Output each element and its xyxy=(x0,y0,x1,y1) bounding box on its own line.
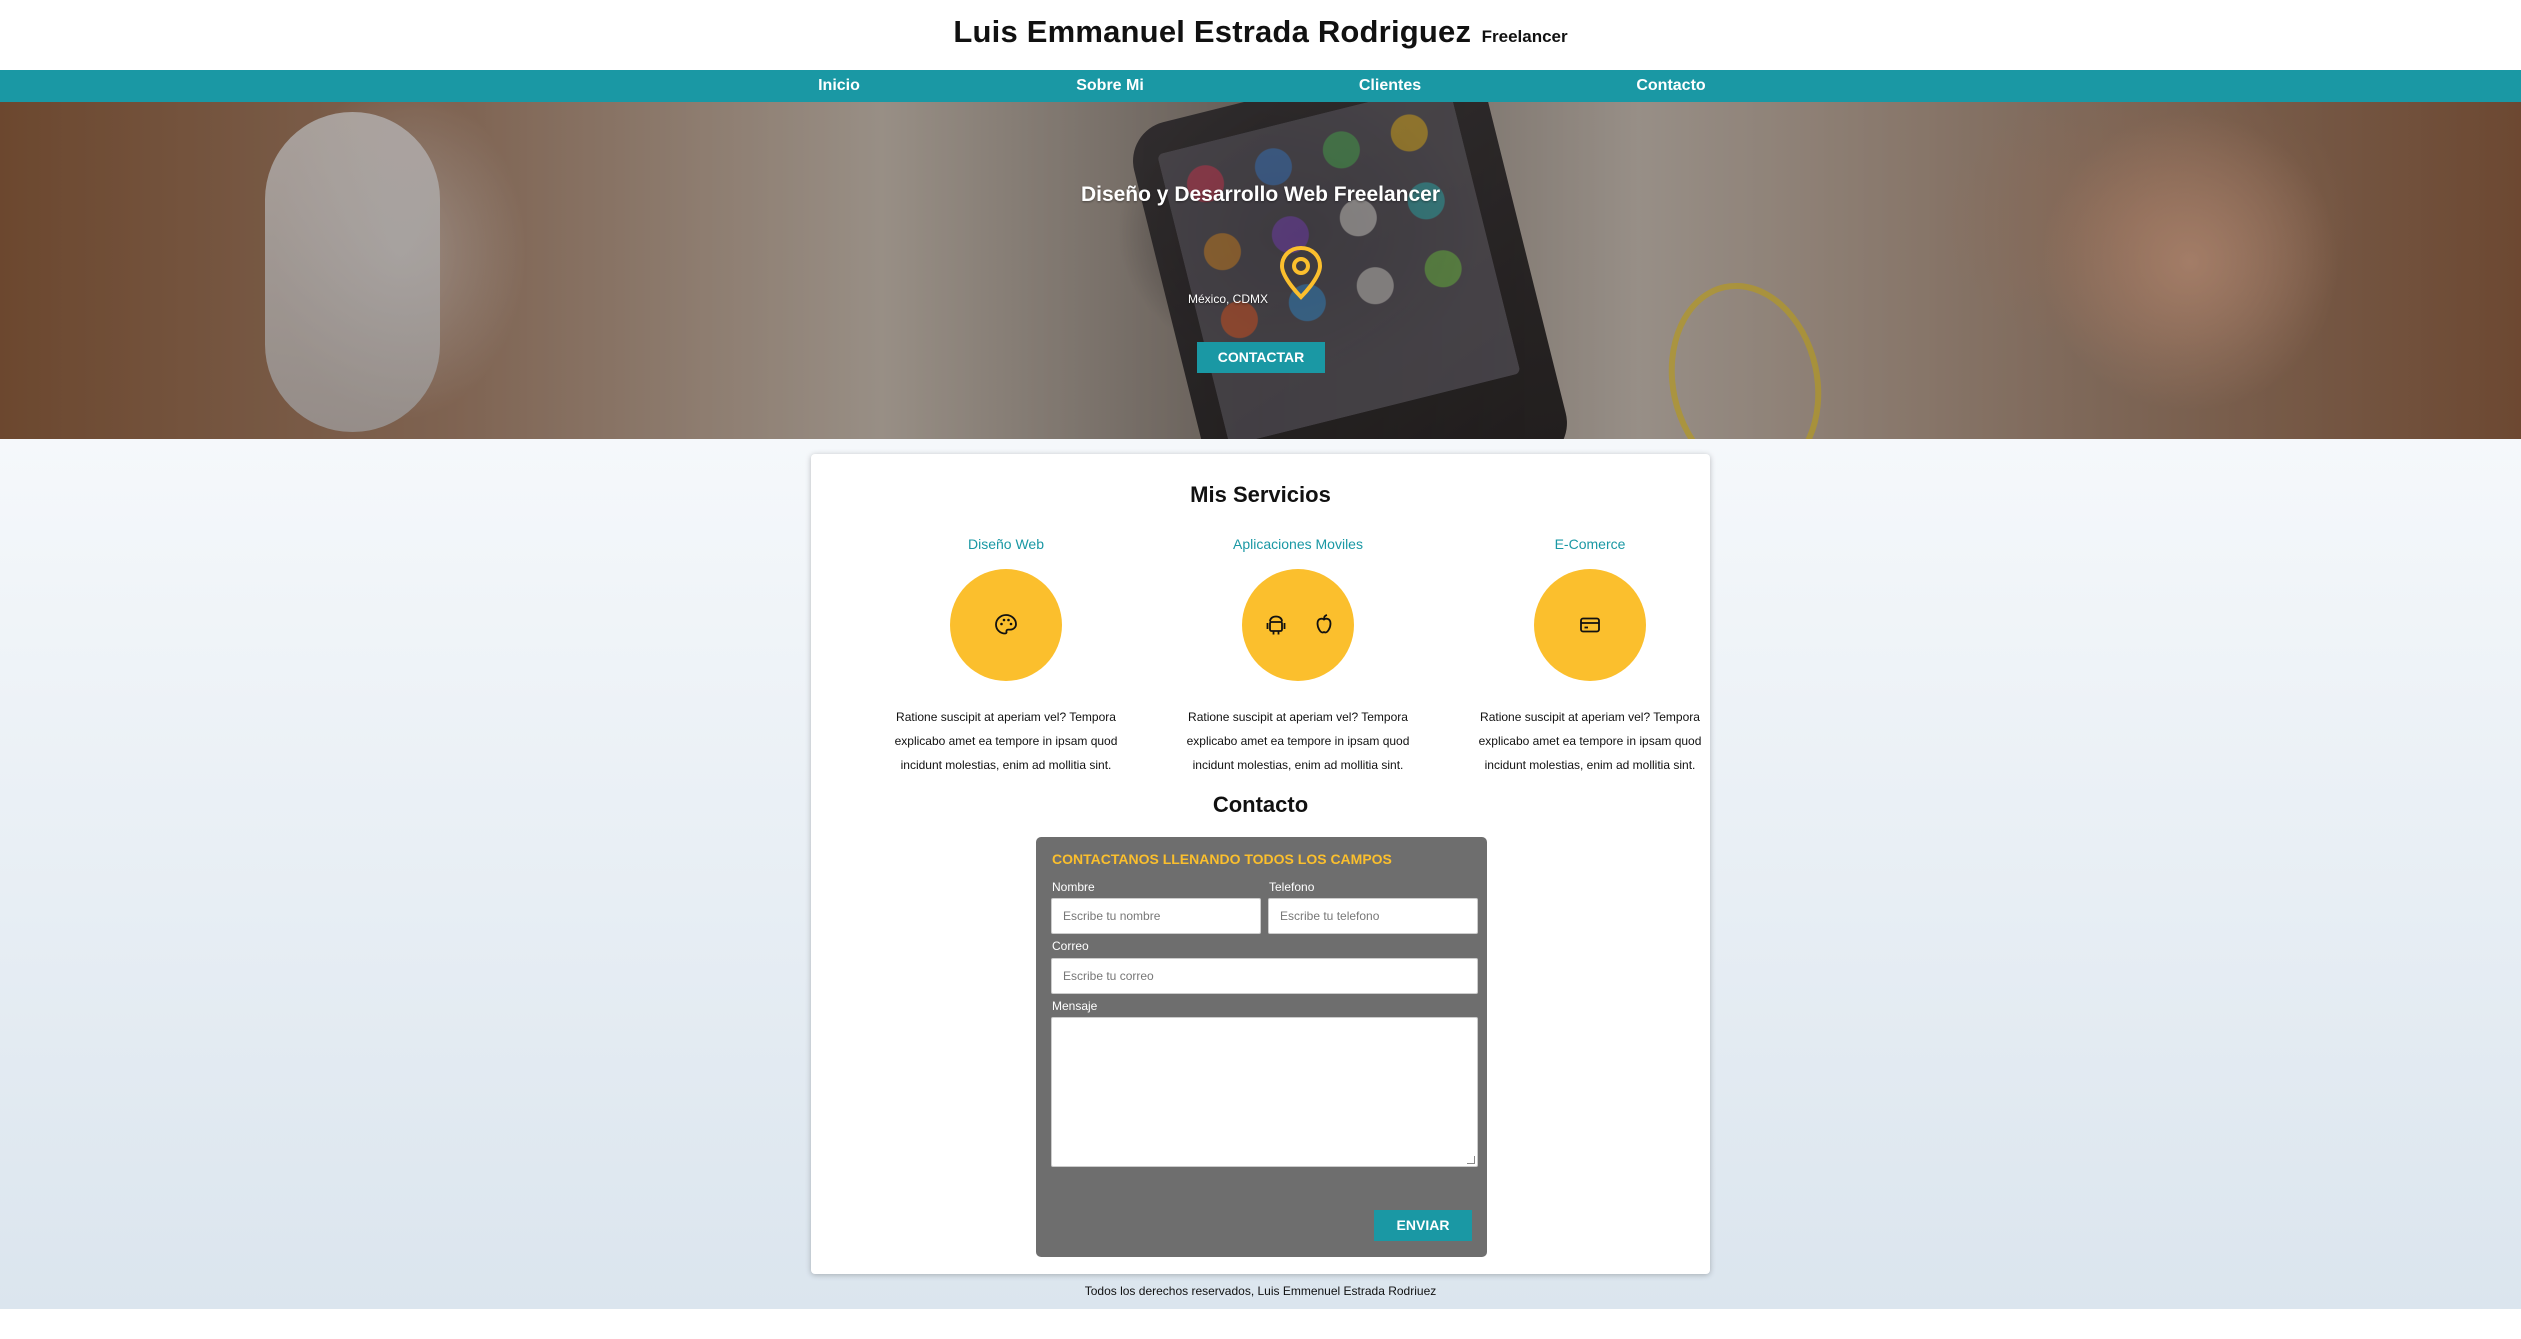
service-name: Diseño Web xyxy=(967,536,1044,552)
service-description: Ratione suscipit at aperiam vel? Tempora… xyxy=(1186,710,1410,772)
service-circle xyxy=(1242,569,1354,681)
hero-overlay xyxy=(0,102,2521,439)
email-field[interactable]: Escribe tu correo xyxy=(1051,958,1478,994)
service-item-aplicaciones-moviles: Aplicaciones Moviles Ratione suscipit at… xyxy=(1168,536,1428,777)
resize-handle[interactable] xyxy=(1467,1156,1475,1164)
content-card: Mis Servicios Diseño Web Ratione suscipi… xyxy=(811,454,1710,1274)
name-field[interactable]: Escribe tu nombre xyxy=(1051,898,1261,934)
service-item-diseno-web: Diseño Web Ratione suscipit at aperiam v… xyxy=(876,536,1136,777)
email-label: Correo xyxy=(1052,939,1089,953)
phone-field[interactable]: Escribe tu telefono xyxy=(1268,898,1478,934)
site-title: Luis Emmanuel Estrada Rodriguez Freelanc… xyxy=(0,14,2521,50)
map-pin-icon xyxy=(1279,245,1323,300)
nav-item-clientes[interactable]: Clientes xyxy=(1359,70,1421,102)
credit-card-icon xyxy=(1580,617,1600,633)
nav-item-contacto[interactable]: Contacto xyxy=(1636,70,1705,102)
nav-item-inicio[interactable]: Inicio xyxy=(818,70,860,102)
footer-text: Todos los derechos reservados, Luis Emme… xyxy=(1084,1284,1437,1298)
enviar-button[interactable]: ENVIAR xyxy=(1374,1210,1472,1241)
form-heading: CONTACTANOS LLENANDO TODOS LOS CAMPOS xyxy=(1052,851,1392,867)
site-owner-name: Luis Emmanuel Estrada Rodriguez xyxy=(953,14,1472,49)
main-nav: Inicio Sobre Mi Clientes Contacto xyxy=(0,70,2521,102)
palette-icon xyxy=(995,614,1017,635)
site-header: Luis Emmanuel Estrada Rodriguez Freelanc… xyxy=(0,0,2521,70)
service-description: Ratione suscipit at aperiam vel? Tempora… xyxy=(894,710,1118,772)
android-icon xyxy=(1266,615,1286,635)
service-description: Ratione suscipit at aperiam vel? Tempora… xyxy=(1478,710,1702,772)
message-textarea[interactable] xyxy=(1051,1017,1478,1167)
contactar-button[interactable]: CONTACTAR xyxy=(1197,342,1325,373)
service-circle xyxy=(1534,569,1646,681)
service-name: Aplicaciones Moviles xyxy=(1233,536,1363,552)
services-title: Mis Servicios xyxy=(1190,482,1331,507)
service-item-e-comerce: E-Comerce Ratione suscipit at aperiam ve… xyxy=(1460,536,1720,777)
hero-banner xyxy=(0,102,2521,439)
contact-form: CONTACTANOS LLENANDO TODOS LOS CAMPOS No… xyxy=(1036,837,1487,1257)
name-label: Nombre xyxy=(1052,880,1095,894)
page-bottom xyxy=(0,1309,2521,1339)
service-circle xyxy=(950,569,1062,681)
site-owner-role: Freelancer xyxy=(1481,27,1568,46)
service-name: E-Comerce xyxy=(1554,536,1626,552)
nav-item-sobre-mi[interactable]: Sobre Mi xyxy=(1076,70,1144,102)
message-label: Mensaje xyxy=(1052,999,1098,1013)
contact-title: Contacto xyxy=(1212,792,1309,817)
hero-title: Diseño y Desarrollo Web Freelancer xyxy=(1080,183,1441,206)
phone-label: Telefono xyxy=(1269,880,1315,894)
location-text: México, CDMX xyxy=(1188,292,1269,306)
apple-icon xyxy=(1316,614,1332,634)
